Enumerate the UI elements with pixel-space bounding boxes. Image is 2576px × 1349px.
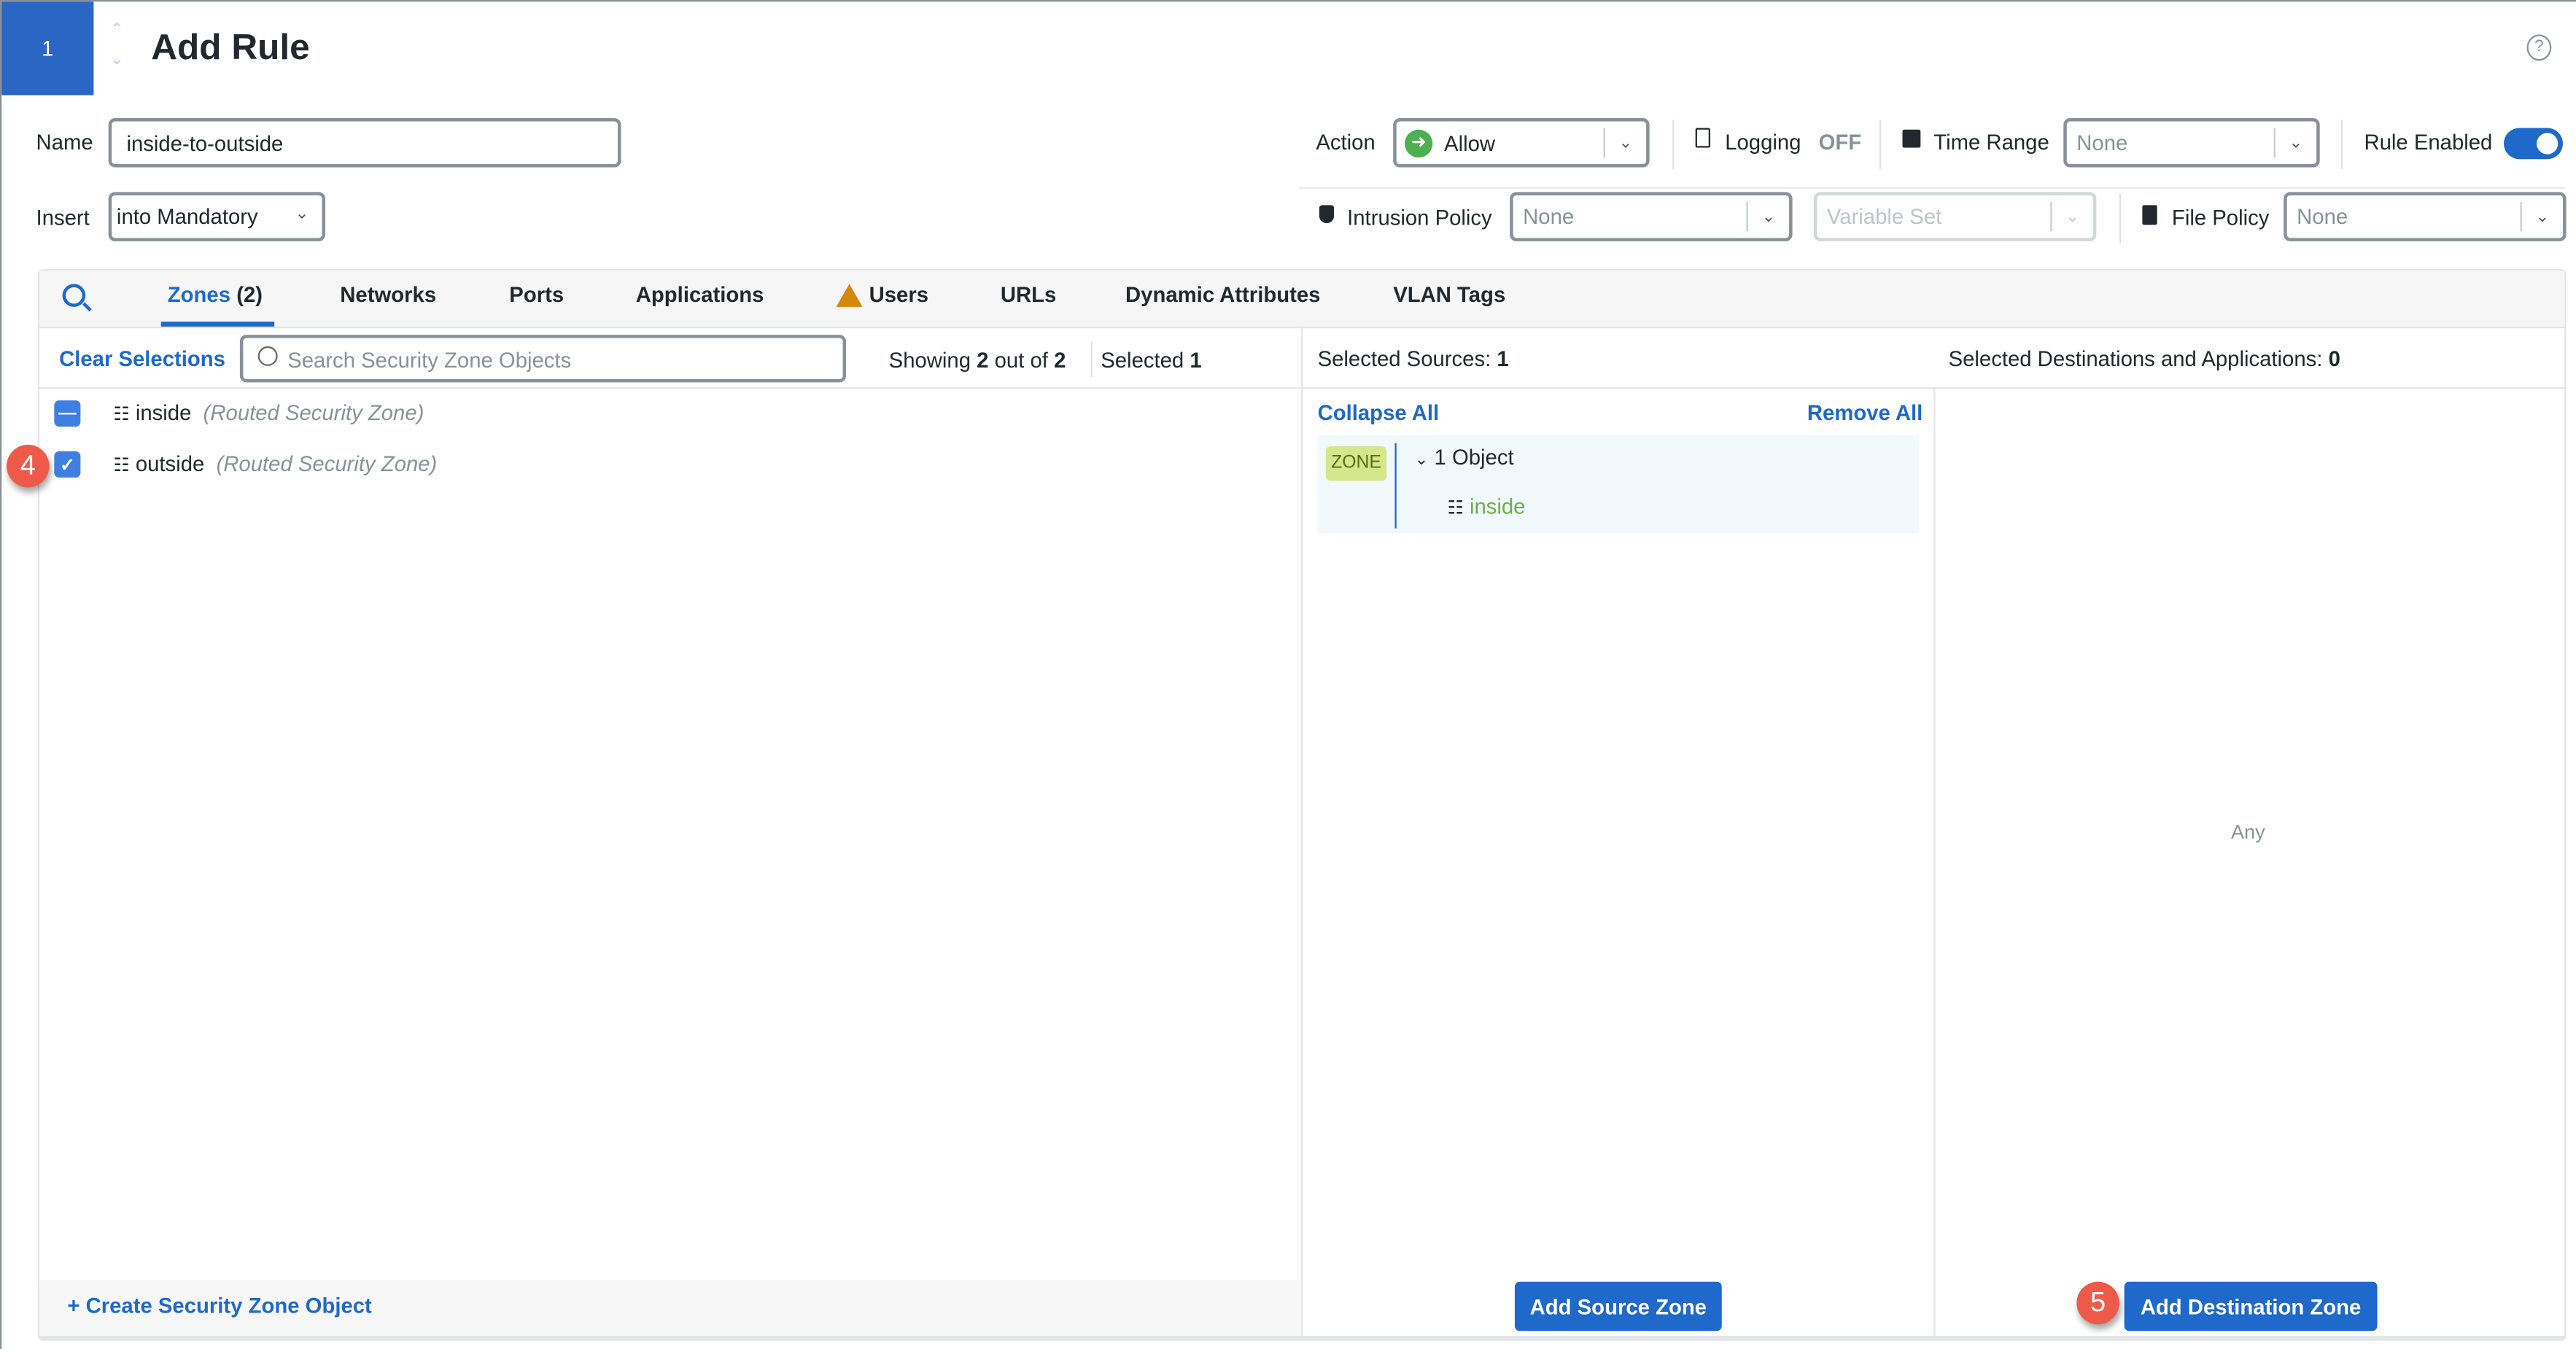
chevron-down-icon: ⌄: [2273, 128, 2317, 158]
time-range-value: None: [2076, 130, 2128, 155]
intrusion-policy-value: None: [1523, 204, 1575, 229]
action-label: Action: [1316, 129, 1376, 155]
shield-icon: [1319, 205, 1335, 224]
move-up-icon[interactable]: ⌃: [110, 21, 124, 39]
name-label: Name: [36, 129, 93, 155]
create-security-zone-link[interactable]: + Create Security Zone Object: [67, 1293, 371, 1318]
tab-ports[interactable]: Ports: [509, 282, 564, 307]
rule-enabled-toggle[interactable]: [2503, 128, 2564, 160]
name-value: inside-to-outside: [126, 131, 284, 156]
time-range-icon: [1902, 129, 1921, 148]
chevron-down-icon: ⌄: [1414, 451, 1429, 470]
tab-users[interactable]: Users: [869, 282, 928, 307]
step-5-annotation: 5: [2076, 1281, 2119, 1325]
logging-file-icon: [1695, 128, 1710, 148]
tab-networks[interactable]: Networks: [340, 282, 436, 307]
selected-sources-header: Selected Sources: 1: [1317, 346, 1509, 371]
zone-list-item[interactable]: ☷ inside (Routed Security Zone): [113, 400, 424, 425]
remove-all-link[interactable]: Remove All: [1807, 400, 1923, 425]
tab-urls[interactable]: URLs: [1001, 282, 1056, 307]
source-zone-group: [1317, 435, 1920, 534]
intrusion-policy-select[interactable]: None ⌄: [1510, 192, 1793, 241]
insert-value: into Mandatory: [116, 204, 258, 229]
time-range-select[interactable]: None ⌄: [2063, 118, 2320, 168]
page-title: Add Rule: [151, 26, 310, 68]
add-destination-zone-button[interactable]: Add Destination Zone: [2124, 1281, 2378, 1331]
search-tabs-icon[interactable]: [62, 284, 92, 312]
action-select[interactable]: ➜ Allow ⌄: [1393, 118, 1650, 168]
active-tab-underline: [160, 322, 275, 327]
chevron-down-icon: ⌄: [2520, 201, 2563, 232]
variable-set-placeholder: Variable Set: [1826, 204, 1942, 229]
file-policy-icon: [2142, 205, 2157, 225]
group-expander[interactable]: ⌄ 1 Object: [1414, 445, 1513, 470]
selected-count: Selected 1: [1101, 348, 1202, 373]
clear-selections-link[interactable]: Clear Selections: [59, 346, 225, 371]
search-icon: [257, 346, 278, 366]
zone-checkbox-inside[interactable]: —: [54, 400, 81, 427]
zone-search-input[interactable]: Search Security Zone Objects: [239, 335, 847, 383]
action-value: Allow: [1444, 131, 1496, 156]
search-placeholder: Search Security Zone Objects: [287, 348, 572, 373]
warning-icon: [836, 284, 863, 307]
tab-applications[interactable]: Applications: [636, 282, 764, 307]
tab-vlan-tags[interactable]: VLAN Tags: [1393, 282, 1505, 307]
showing-count: Showing 2 out of 2: [888, 348, 1066, 373]
file-policy-value: None: [2297, 204, 2348, 229]
file-policy-select[interactable]: None ⌄: [2284, 192, 2567, 241]
zone-list-item[interactable]: ☷ outside (Routed Security Zone): [113, 451, 437, 476]
move-down-icon[interactable]: ⌄: [110, 51, 124, 69]
selected-destinations-header: Selected Destinations and Applications: …: [1948, 346, 2340, 371]
chevron-down-icon: ⌄: [1746, 201, 1790, 232]
security-zone-icon: ☷: [113, 456, 130, 476]
help-icon[interactable]: ?: [2526, 34, 2552, 61]
intrusion-policy-label: Intrusion Policy: [1347, 205, 1492, 230]
security-zone-icon: ☷: [113, 405, 130, 426]
name-input[interactable]: inside-to-outside: [108, 118, 621, 168]
tab-dynamic-attributes[interactable]: Dynamic Attributes: [1125, 282, 1320, 307]
selected-source-item: ☷ inside: [1447, 494, 1526, 519]
step-4-annotation: 4: [7, 444, 50, 488]
logging-status[interactable]: OFF: [1819, 130, 1862, 155]
rule-number-box: 1: [1, 1, 94, 96]
zone-checkbox-outside[interactable]: ✓: [54, 451, 81, 478]
chevron-down-icon: ⌄: [295, 205, 309, 224]
chevron-down-icon: ⌄: [1603, 128, 1647, 158]
destinations-empty-text: Any: [2231, 820, 2265, 844]
security-zone-icon: ☷: [1447, 499, 1464, 519]
logging-label[interactable]: Logging: [1725, 130, 1801, 155]
rule-number: 1: [42, 36, 54, 61]
insert-select[interactable]: into Mandatory ⌄: [108, 192, 326, 241]
zone-type-badge: ZONE: [1325, 446, 1387, 481]
tab-zones[interactable]: Zones (2): [168, 282, 263, 307]
variable-set-select[interactable]: Variable Set ⌄: [1813, 192, 2097, 241]
time-range-label: Time Range: [1933, 129, 2049, 155]
file-policy-label: File Policy: [2171, 205, 2270, 230]
insert-label: Insert: [36, 205, 90, 230]
chevron-down-icon: ⌄: [2050, 201, 2093, 232]
rule-enabled-label: Rule Enabled: [2364, 129, 2493, 155]
collapse-all-link[interactable]: Collapse All: [1318, 400, 1440, 425]
add-source-zone-button[interactable]: Add Source Zone: [1514, 1281, 1722, 1331]
allow-arrow-icon: ➜: [1404, 129, 1433, 158]
